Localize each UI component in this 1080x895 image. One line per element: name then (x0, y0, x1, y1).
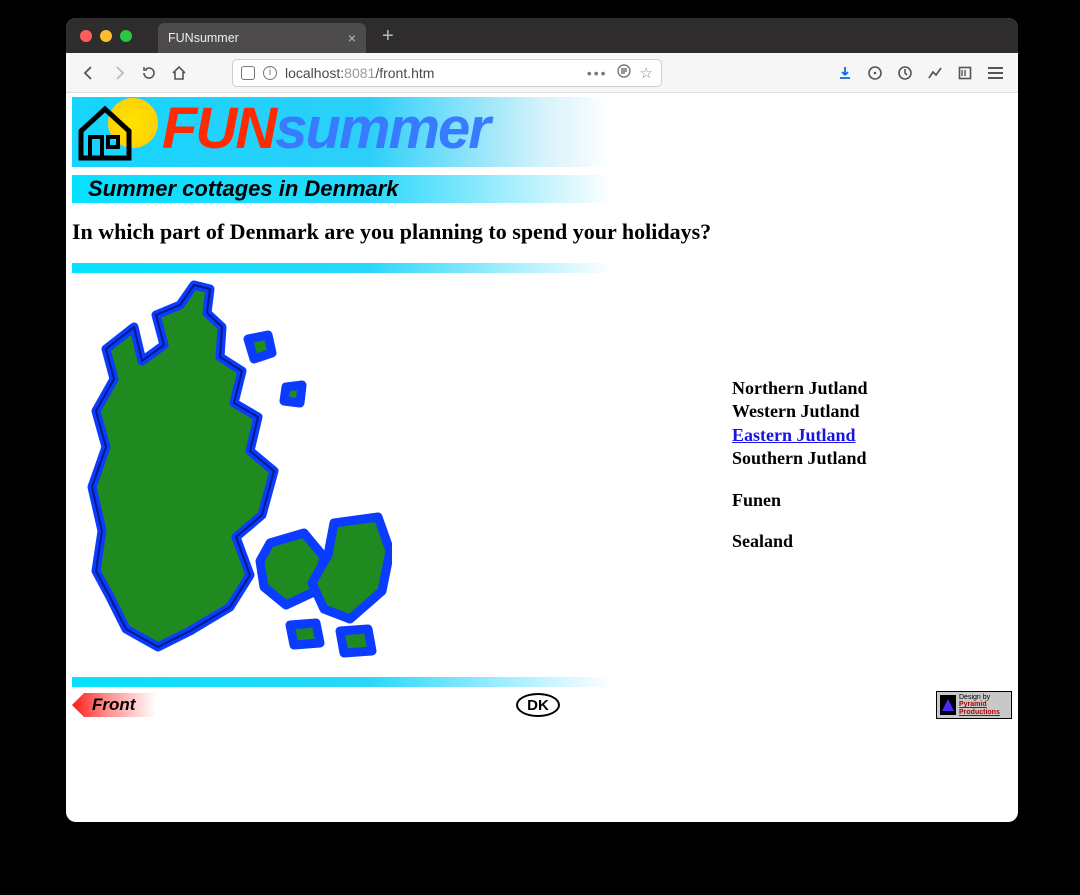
subtitle-bar: Summer cottages in Denmark (72, 175, 612, 203)
map-and-regions: Northern Jutland Western Jutland Eastern… (72, 273, 1012, 675)
funsummer-logo: FUNsummer (72, 97, 612, 167)
region-link-southern-jutland[interactable]: Southern Jutland (732, 448, 867, 468)
denmark-map[interactable] (72, 275, 392, 675)
language-dk-label: DK (527, 697, 549, 714)
url-text: localhost:8081/front.htm (285, 65, 434, 81)
front-button-label: Front (92, 695, 135, 715)
page-actions-icon[interactable]: ••• (587, 65, 608, 81)
region-link-sealand[interactable]: Sealand (732, 531, 793, 551)
extension-icon-2[interactable] (892, 60, 918, 86)
front-button[interactable]: Front (72, 693, 156, 717)
browser-toolbar: i localhost:8081/front.htm ••• ☆ (66, 53, 1018, 93)
extension-icon-3[interactable] (922, 60, 948, 86)
tab-close-icon[interactable]: × (348, 31, 356, 45)
region-list: Northern Jutland Western Jutland Eastern… (732, 377, 868, 553)
library-icon[interactable] (952, 60, 978, 86)
tab-title: FUNsummer (168, 31, 239, 45)
browser-tab[interactable]: FUNsummer × (158, 23, 366, 53)
logo-text: FUNsummer (162, 95, 489, 162)
region-link-funen[interactable]: Funen (732, 490, 781, 510)
menu-button[interactable] (982, 60, 1008, 86)
titlebar: FUNsummer × + (66, 18, 1018, 53)
subtitle-text: Summer cottages in Denmark (88, 176, 399, 202)
browser-window: FUNsummer × + i localhost:8081/front.htm… (66, 18, 1018, 822)
site-info-icon[interactable]: i (263, 66, 277, 80)
bookmark-star-icon[interactable]: ☆ (640, 64, 653, 82)
extension-icon-1[interactable] (862, 60, 888, 86)
page-viewport: FUNsummer Summer cottages in Denmark In … (66, 93, 1018, 822)
forward-button[interactable] (106, 60, 132, 86)
traffic-lights (80, 30, 132, 42)
address-bar[interactable]: i localhost:8081/front.htm ••• ☆ (232, 59, 662, 87)
new-tab-button[interactable]: + (376, 26, 400, 46)
back-button[interactable] (76, 60, 102, 86)
region-link-eastern-jutland[interactable]: Eastern Jutland (732, 425, 856, 445)
question-heading: In which part of Denmark are you plannin… (72, 219, 1012, 245)
tracking-protection-icon[interactable] (241, 66, 255, 80)
maximize-window-button[interactable] (120, 30, 132, 42)
pyramid-credit-badge[interactable]: Design by Pyramid Productions (936, 691, 1012, 719)
minimize-window-button[interactable] (100, 30, 112, 42)
language-dk-button[interactable]: DK (516, 693, 560, 717)
region-link-northern-jutland[interactable]: Northern Jutland (732, 378, 868, 398)
home-button[interactable] (166, 60, 192, 86)
reader-mode-icon[interactable] (616, 63, 632, 82)
divider-top (72, 263, 612, 273)
house-icon (76, 103, 134, 161)
toolbar-right (832, 60, 1008, 86)
page-content: FUNsummer Summer cottages in Denmark In … (66, 93, 1018, 723)
reload-button[interactable] (136, 60, 162, 86)
credit-text: Design by Pyramid Productions (959, 694, 1000, 716)
divider-bottom (72, 677, 612, 687)
close-window-button[interactable] (80, 30, 92, 42)
downloads-icon[interactable] (832, 60, 858, 86)
pyramid-icon (940, 695, 956, 715)
region-link-western-jutland[interactable]: Western Jutland (732, 401, 860, 421)
page-footer: Front DK Design by Pyramid Productions (72, 691, 1012, 719)
